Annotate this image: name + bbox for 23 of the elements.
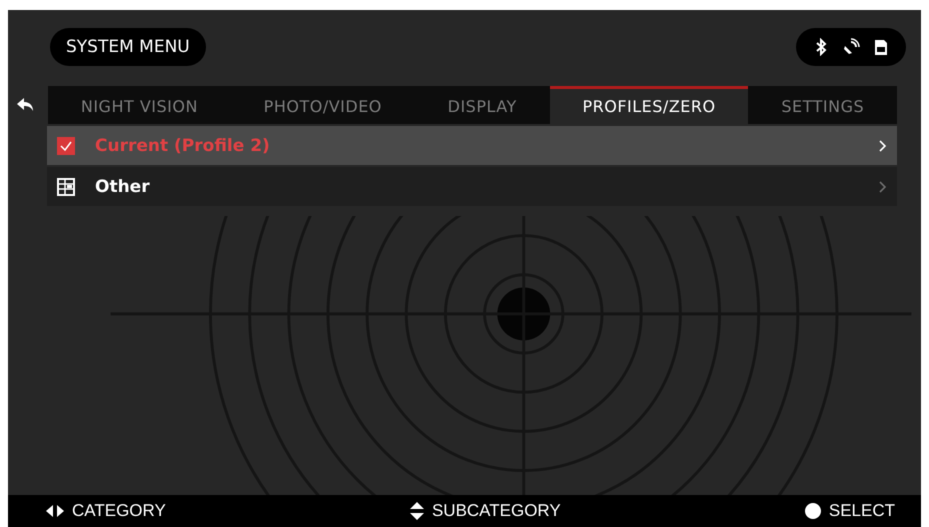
bluetooth-icon <box>814 38 828 56</box>
menu-item-label: Current (Profile 2) <box>95 136 271 156</box>
up-down-arrows-icon <box>410 502 424 520</box>
chevron-icon <box>879 180 887 192</box>
hint-label: SUBCATEGORY <box>432 501 561 521</box>
category-tab[interactable]: SETTINGS <box>748 86 897 124</box>
hint-label: SELECT <box>828 501 895 521</box>
category-tab[interactable]: PROFILES/ZERO <box>550 86 748 124</box>
menu-item-label: Other <box>95 176 151 196</box>
category-tab[interactable]: NIGHT VISION <box>48 86 231 124</box>
category-tab[interactable]: DISPLAY <box>414 86 550 124</box>
chevron-icon <box>879 140 887 152</box>
checkbox-icon <box>57 136 75 154</box>
menu-item[interactable]: Other <box>47 167 897 206</box>
satellite-icon <box>842 38 860 56</box>
hint-label: CATEGORY <box>72 501 166 521</box>
menu-title: SYSTEM MENU <box>50 28 206 66</box>
category-tab[interactable]: PHOTO/VIDEO <box>230 86 415 124</box>
grid-icon <box>57 178 75 196</box>
sd-card-icon <box>874 38 888 56</box>
back-arrow-icon[interactable] <box>16 98 34 112</box>
dot-icon <box>804 503 821 519</box>
left-right-arrows-icon <box>46 505 64 517</box>
